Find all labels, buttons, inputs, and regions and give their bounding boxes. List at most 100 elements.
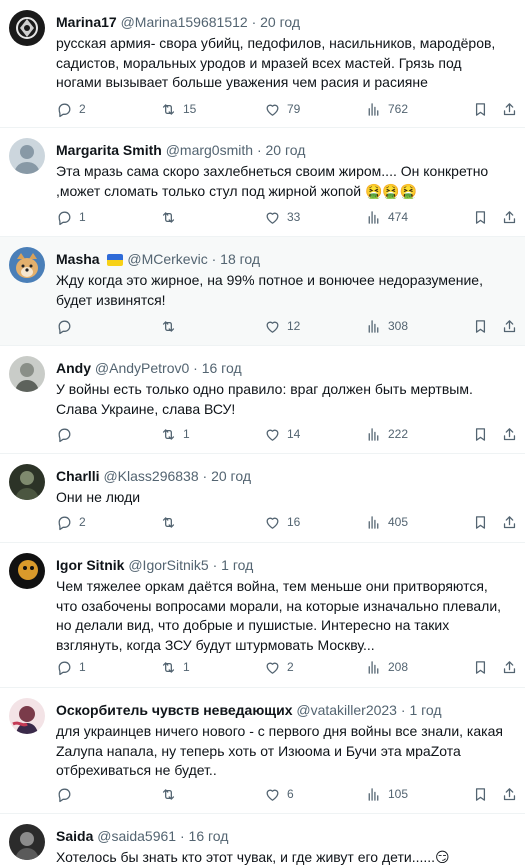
reply-tweet[interactable]: Charlli @Klass296838 · 20 год Они не люд… — [0, 454, 525, 543]
reply-icon — [58, 320, 71, 334]
user-handle[interactable]: @AndyPetrov0 — [95, 360, 189, 376]
reply-tweet[interactable]: Оскорбитель чувств неведающих @vatakille… — [0, 688, 525, 814]
display-name[interactable]: Charlli — [56, 468, 100, 484]
tweet-header: Margarita Smith @marg0smith · 20 год — [56, 141, 517, 159]
like-button[interactable]: 2 — [264, 657, 294, 677]
share-icon — [503, 102, 516, 115]
retweet-button[interactable] — [160, 316, 183, 336]
like-button[interactable]: 6 — [264, 784, 294, 804]
views-button[interactable]: 208 — [365, 657, 408, 677]
avatar[interactable] — [9, 553, 45, 589]
like-button[interactable]: 33 — [264, 207, 300, 227]
display-name[interactable]: Marina17 — [56, 14, 117, 30]
reply-tweet[interactable]: Saida @saida5961 · 16 год Хотелось бы зн… — [0, 814, 525, 868]
retweet-icon — [162, 211, 175, 223]
display-name[interactable]: Margarita Smith — [56, 142, 162, 158]
views-button[interactable]: 222 — [365, 424, 408, 444]
like-button[interactable]: 79 — [264, 99, 300, 119]
views-button[interactable]: 105 — [365, 784, 408, 804]
reply-tweet[interactable]: Igor Sitnik @IgorSitnik5 · 1 год Чем тяж… — [0, 543, 525, 688]
share-button[interactable] — [501, 784, 518, 804]
analytics-icon — [368, 427, 379, 441]
views-button[interactable]: 308 — [365, 316, 408, 336]
views-button[interactable]: 405 — [365, 512, 408, 532]
retweet-button[interactable]: 15 — [160, 99, 196, 119]
retweet-button[interactable] — [160, 512, 183, 532]
timestamp[interactable]: 1 год — [221, 557, 253, 573]
bookmark-button[interactable] — [472, 424, 489, 444]
display-name[interactable]: Masha — [56, 251, 100, 267]
bookmark-button[interactable] — [472, 512, 489, 532]
bookmark-icon — [475, 427, 486, 441]
retweet-button[interactable] — [160, 784, 183, 804]
retweet-button[interactable]: 1 — [160, 657, 190, 677]
user-handle[interactable]: @saida5961 — [97, 828, 176, 844]
share-button[interactable] — [501, 316, 518, 336]
display-name[interactable]: Оскорбитель чувств неведающих — [56, 702, 292, 718]
avatar[interactable] — [9, 698, 45, 734]
display-name[interactable]: Saida — [56, 828, 93, 844]
timestamp[interactable]: 18 год — [220, 251, 260, 267]
avatar[interactable] — [9, 247, 45, 283]
retweet-button[interactable] — [160, 207, 183, 227]
share-button[interactable] — [501, 424, 518, 444]
bookmark-icon — [475, 210, 486, 224]
share-button[interactable] — [501, 99, 518, 119]
share-button[interactable] — [501, 207, 518, 227]
timestamp[interactable]: 16 год — [202, 360, 242, 376]
avatar[interactable] — [9, 138, 45, 174]
user-handle[interactable]: @Klass296838 — [103, 468, 198, 484]
retweet-button[interactable]: 1 — [160, 424, 190, 444]
heart-icon — [266, 321, 279, 333]
bookmark-button[interactable] — [472, 316, 489, 336]
bookmark-button[interactable] — [472, 207, 489, 227]
tweet-text: Хотелось бы знать кто этот чувак, и где … — [56, 848, 511, 868]
views-button[interactable]: 474 — [365, 207, 408, 227]
bookmark-button[interactable] — [472, 99, 489, 119]
reply-tweet[interactable]: Margarita Smith @marg0smith · 20 год Эта… — [0, 128, 525, 237]
user-handle[interactable]: @marg0smith — [166, 142, 253, 158]
display-name[interactable]: Igor Sitnik — [56, 557, 124, 573]
timestamp[interactable]: 1 год — [409, 702, 441, 718]
reply-button[interactable]: 1 — [56, 207, 86, 227]
reply-button[interactable] — [56, 784, 79, 804]
user-handle[interactable]: @MCerkevic — [127, 251, 207, 267]
share-button[interactable] — [501, 657, 518, 677]
bookmark-button[interactable] — [472, 784, 489, 804]
reply-count: 1 — [79, 660, 86, 674]
user-handle[interactable]: @vatakiller2023 — [296, 702, 397, 718]
like-count: 14 — [287, 427, 301, 441]
reply-tweet[interactable]: Andy @AndyPetrov0 · 16 год У войны есть … — [0, 346, 525, 454]
bookmark-button[interactable] — [472, 657, 489, 677]
reply-tweet[interactable]: Marina17 @Marina159681512 · 20 год русск… — [0, 0, 525, 128]
reply-icon — [58, 788, 71, 802]
avatar[interactable] — [9, 824, 45, 860]
timestamp[interactable]: 16 год — [189, 828, 229, 844]
timestamp[interactable]: 20 год — [211, 468, 251, 484]
like-button[interactable]: 14 — [264, 424, 300, 444]
user-handle[interactable]: @Marina159681512 — [121, 14, 248, 30]
avatar[interactable] — [9, 10, 45, 46]
reply-icon — [58, 211, 71, 225]
tweet-text: Чем тяжелее оркам даётся война, тем мень… — [56, 577, 511, 655]
reply-button[interactable]: 1 — [56, 657, 86, 677]
reply-button[interactable] — [56, 424, 79, 444]
heart-icon — [266, 789, 279, 801]
reply-button[interactable]: 2 — [56, 512, 86, 532]
like-button[interactable]: 12 — [264, 316, 300, 336]
share-icon — [503, 210, 516, 223]
reply-button[interactable]: 2 — [56, 99, 86, 119]
user-handle[interactable]: @IgorSitnik5 — [128, 557, 208, 573]
reply-button[interactable] — [56, 316, 79, 336]
profile-photo-icon — [9, 356, 45, 392]
reply-icon — [58, 661, 71, 675]
like-button[interactable]: 16 — [264, 512, 300, 532]
share-button[interactable] — [501, 512, 518, 532]
display-name[interactable]: Andy — [56, 360, 91, 376]
views-button[interactable]: 762 — [365, 99, 408, 119]
reply-tweet[interactable]: Masha @MCerkevic · 18 год Жду когда это … — [0, 237, 525, 346]
avatar[interactable] — [9, 356, 45, 392]
timestamp[interactable]: 20 год — [266, 142, 306, 158]
timestamp[interactable]: 20 год — [260, 14, 300, 30]
avatar[interactable] — [9, 464, 45, 500]
